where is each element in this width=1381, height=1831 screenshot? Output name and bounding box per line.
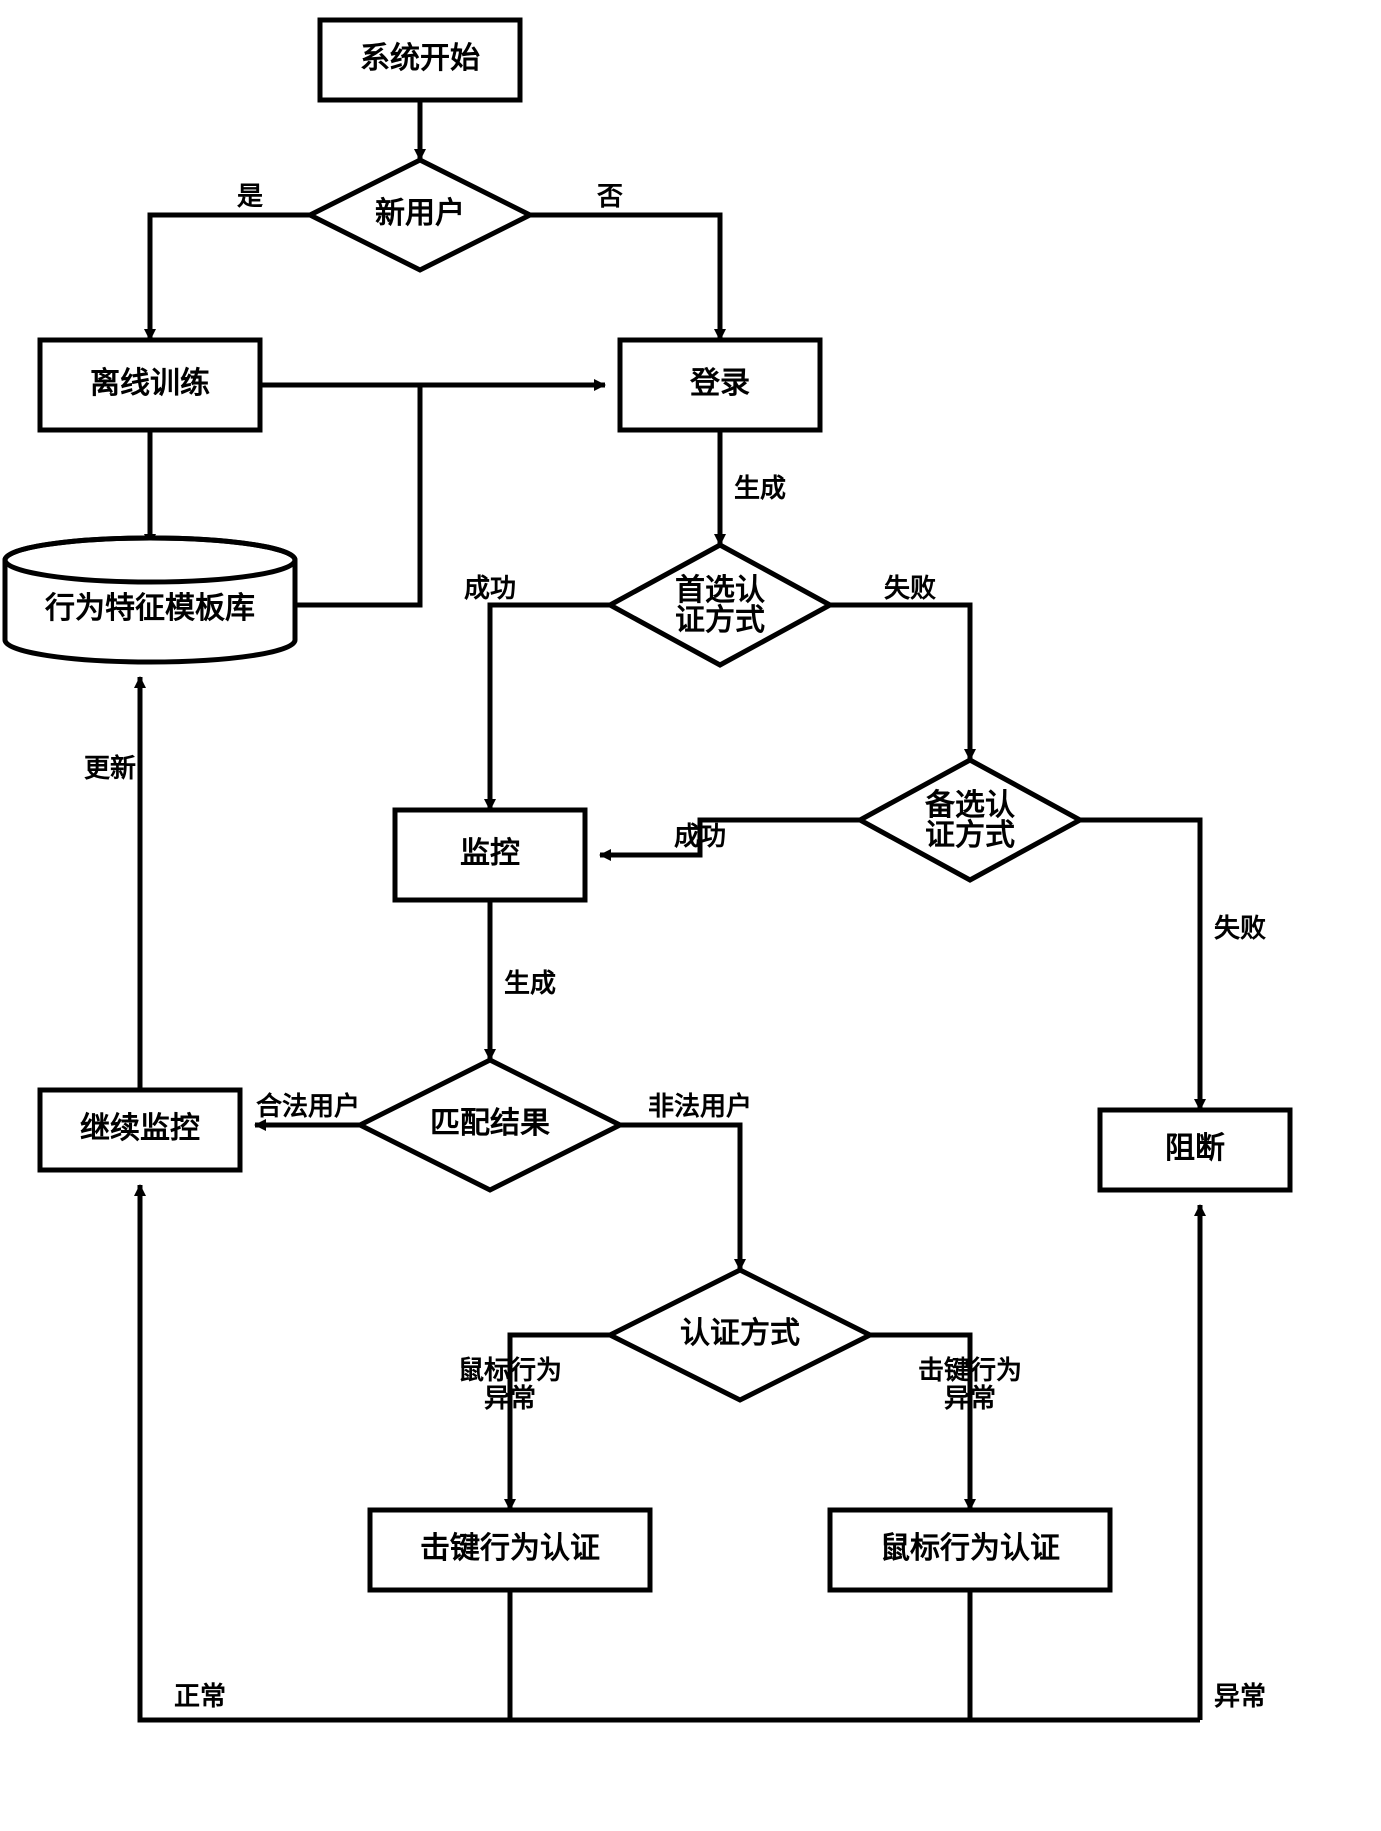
label-success-2: 成功 bbox=[674, 821, 726, 851]
node-prefauth-label2: 证方式 bbox=[675, 603, 765, 637]
node-offlinetrain-label: 离线训练 bbox=[90, 366, 210, 400]
label-illegal: 非法用户 bbox=[648, 1091, 752, 1121]
label-fail-1: 失败 bbox=[884, 573, 936, 603]
edge-alt-fail bbox=[1080, 820, 1200, 1110]
label-mouseabn2: 异常 bbox=[484, 1383, 536, 1413]
label-legal: 合法用户 bbox=[256, 1091, 360, 1121]
label-fail-2: 失败 bbox=[1214, 913, 1266, 943]
node-matchresult-label: 匹配结果 bbox=[430, 1107, 550, 1140]
edge-bottom-normal bbox=[140, 1185, 510, 1720]
node-start-label: 系统开始 bbox=[360, 41, 480, 75]
label-generate-2: 生成 bbox=[504, 968, 556, 998]
node-prefauth-label1: 首选认 bbox=[675, 574, 765, 607]
label-yes: 是 bbox=[237, 181, 263, 211]
label-keyabn2: 异常 bbox=[944, 1383, 996, 1413]
edge-alt-success bbox=[600, 820, 860, 855]
edge-train-down-lib bbox=[295, 385, 420, 605]
node-continuemonitor-label: 继续监控 bbox=[80, 1112, 200, 1145]
node-mouseauth-label: 鼠标行为认证 bbox=[880, 1532, 1060, 1565]
node-keystrokeauth-label: 击键行为认证 bbox=[420, 1532, 600, 1565]
node-newuser-label: 新用户 bbox=[375, 197, 465, 230]
edge-pref-success bbox=[490, 605, 610, 810]
label-normal: 正常 bbox=[174, 1681, 226, 1711]
node-altauth-label1: 备选认 bbox=[925, 788, 1015, 822]
edge-match-illegal bbox=[620, 1125, 740, 1270]
edge-pref-fail bbox=[830, 605, 970, 760]
node-authmode-label: 认证方式 bbox=[680, 1316, 800, 1350]
label-no: 否 bbox=[597, 181, 623, 211]
node-monitor-label: 监控 bbox=[460, 837, 520, 870]
node-login-label: 登录 bbox=[689, 367, 750, 400]
flowchart-diagram: 系统开始 新用户 是 否 离线训练 登录 行为特征模板库 生成 首选认 证方式 … bbox=[0, 0, 1381, 1831]
node-block-label: 阻断 bbox=[1165, 1132, 1225, 1165]
node-templatelib-label: 行为特征模板库 bbox=[44, 592, 255, 625]
label-abnormal: 异常 bbox=[1214, 1681, 1266, 1711]
label-generate-1: 生成 bbox=[734, 473, 786, 503]
label-update: 更新 bbox=[84, 753, 136, 783]
label-success-1: 成功 bbox=[464, 573, 516, 603]
label-mouseabn1: 鼠标行为 bbox=[458, 1355, 562, 1385]
edge-newuser-no bbox=[530, 215, 720, 340]
edge-newuser-yes bbox=[150, 215, 310, 340]
node-altauth-label2: 证方式 bbox=[925, 818, 1015, 852]
label-keyabn1: 击键行为 bbox=[918, 1355, 1022, 1385]
